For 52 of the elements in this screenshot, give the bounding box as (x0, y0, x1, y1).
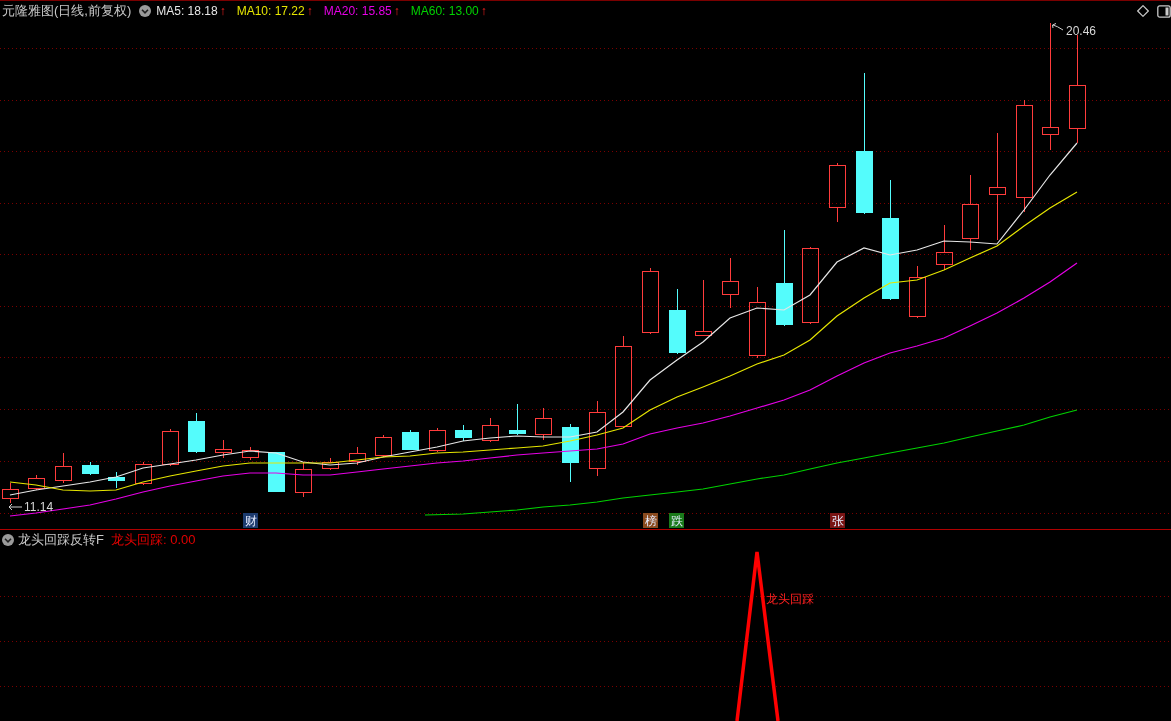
candle (909, 265, 926, 319)
price-label: 20.46 (1066, 24, 1097, 38)
candle (375, 434, 392, 458)
price-label: 11.14 (24, 500, 54, 514)
dropdown-icon[interactable] (139, 5, 152, 17)
panel-icon[interactable] (1157, 4, 1171, 18)
candle (562, 423, 579, 483)
candle (722, 257, 739, 309)
signal-label: 龙头回踩 (766, 592, 814, 606)
candle (242, 446, 259, 461)
moving-average-value: MA5: 18.18 (156, 4, 218, 18)
candle (509, 403, 526, 436)
candle (695, 279, 712, 337)
trend-arrow: ↑ (480, 4, 487, 18)
candle (55, 452, 72, 484)
candle (535, 407, 552, 441)
event-marker: 财 (243, 513, 258, 528)
candle (936, 224, 953, 271)
candle (482, 417, 499, 443)
pointer-arrow-icon (1052, 23, 1064, 31)
candle (2, 482, 19, 504)
candle (669, 288, 686, 355)
candle (28, 474, 45, 491)
candle (295, 461, 312, 498)
diamond-icon[interactable] (1137, 5, 1149, 17)
candle (642, 267, 659, 335)
trend-arrow: ↑ (393, 4, 400, 18)
candle (135, 461, 152, 486)
event-marker: 榜 (643, 513, 658, 528)
event-marker: 跌 (669, 513, 684, 528)
indicator-name: 龙头回踩反转F (18, 530, 104, 549)
candle (108, 471, 125, 489)
candle (829, 162, 846, 223)
candle (455, 424, 472, 442)
candle (188, 412, 205, 454)
indicator-reading: 龙头回踩: 0.00 (110, 530, 196, 549)
candle (215, 439, 232, 459)
dropdown-icon[interactable] (2, 533, 14, 546)
candle (402, 429, 419, 451)
candle (322, 457, 339, 471)
candle (429, 427, 446, 453)
moving-average-value: MA60: 13.00 (410, 4, 479, 18)
candle (82, 461, 99, 476)
candle (349, 446, 366, 466)
stock-title: 元隆雅图(日线,前复权) (2, 2, 132, 20)
event-marker: 张 (830, 513, 845, 528)
trend-arrow: ↑ (306, 4, 313, 18)
moving-average-value: MA10: 17.22 (236, 4, 305, 18)
candle (162, 428, 179, 467)
trend-arrow: ↑ (219, 4, 226, 18)
moving-average-value: MA20: 15.85 (323, 4, 392, 18)
pointer-arrow-icon (8, 503, 23, 511)
